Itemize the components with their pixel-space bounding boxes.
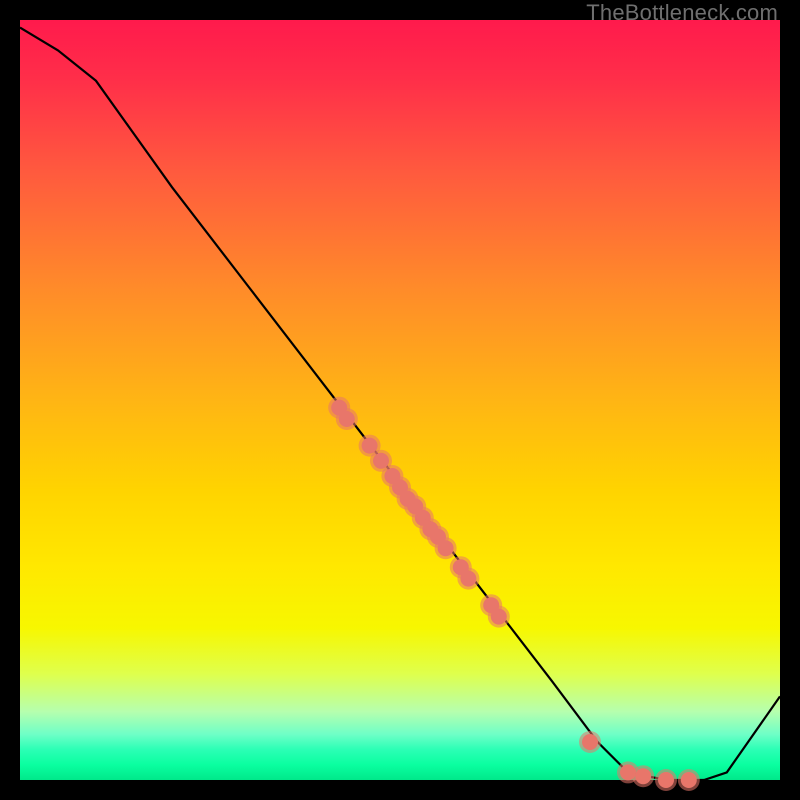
chart-overlay (20, 20, 780, 780)
data-point (681, 772, 697, 788)
data-points (328, 397, 700, 791)
data-point (582, 734, 598, 750)
data-point (362, 438, 378, 454)
data-point (339, 411, 355, 427)
data-point (460, 571, 476, 587)
data-point (658, 772, 674, 788)
data-point (491, 609, 507, 625)
bottleneck-curve (20, 28, 780, 780)
data-point (635, 768, 651, 784)
data-point (438, 540, 454, 556)
data-point (373, 453, 389, 469)
